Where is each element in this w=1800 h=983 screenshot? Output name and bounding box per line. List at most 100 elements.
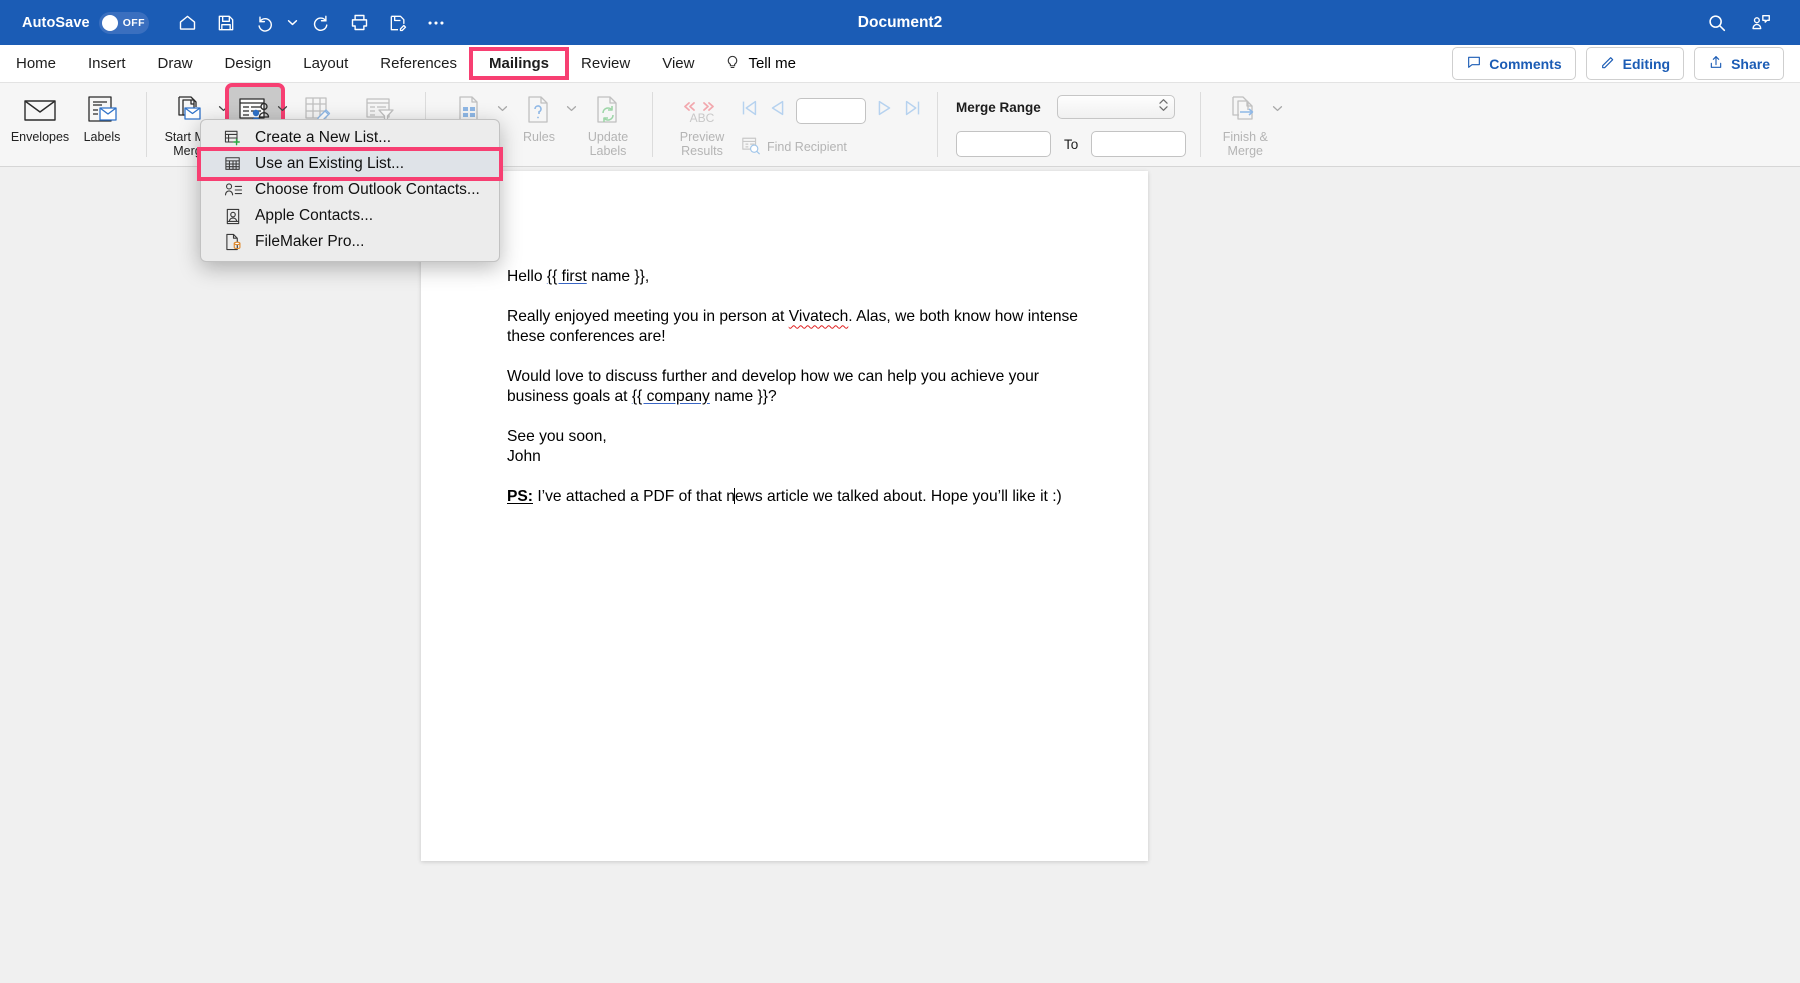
menu-item-create-a-new-list[interactable]: Create a New List... bbox=[201, 125, 499, 151]
ribbon-tabs: Home Insert Draw Design Layout Reference… bbox=[0, 47, 796, 80]
print-icon[interactable] bbox=[343, 6, 377, 40]
current-record-input[interactable] bbox=[796, 97, 866, 124]
merge-range-select[interactable] bbox=[1056, 95, 1175, 119]
ribbon-right-actions: Comments Editing Share bbox=[1452, 47, 1784, 80]
title-bar: AutoSave OFF Document2 bbox=[0, 0, 1800, 45]
outlook-contacts-icon bbox=[223, 182, 243, 198]
finish-merge-icon bbox=[1229, 93, 1261, 127]
merge-field-first-name: {{ first bbox=[546, 268, 587, 285]
last-record-icon[interactable] bbox=[902, 97, 924, 124]
tab-view[interactable]: View bbox=[646, 51, 710, 76]
ribbon-group-create: Envelopes Labels bbox=[0, 83, 142, 166]
insert-merge-field-caret-icon[interactable] bbox=[497, 87, 508, 112]
previous-record-icon[interactable] bbox=[767, 97, 789, 124]
ribbon-group-finish: Finish & Merge bbox=[1205, 83, 1292, 166]
home-icon[interactable] bbox=[171, 6, 205, 40]
merge-range-to-input[interactable] bbox=[1091, 131, 1187, 157]
autosave-toggle[interactable]: OFF bbox=[98, 11, 149, 34]
comment-icon bbox=[1466, 54, 1482, 73]
menu-item-label: Use an Existing List... bbox=[255, 155, 405, 172]
menu-item-use-an-existing-list[interactable]: Use an Existing List... bbox=[197, 147, 503, 181]
paragraph-signoff: See you soon, John bbox=[507, 427, 1088, 466]
autosave-state-label: OFF bbox=[122, 16, 145, 29]
collaborate-icon[interactable] bbox=[1744, 6, 1778, 40]
ribbon-tab-bar: Home Insert Draw Design Layout Reference… bbox=[0, 45, 1800, 83]
intro-text-a: Really enjoyed meeting you in person at bbox=[507, 308, 789, 326]
tab-mailings[interactable]: Mailings bbox=[469, 47, 570, 80]
preview-results-button[interactable]: ABC Preview Results bbox=[666, 87, 738, 158]
menu-item-apple-contacts[interactable]: Apple Contacts... bbox=[201, 203, 499, 229]
tab-draw[interactable]: Draw bbox=[142, 51, 209, 76]
existing-list-icon bbox=[223, 156, 243, 172]
save-icon[interactable] bbox=[209, 6, 243, 40]
document-body[interactable]: Hello {{ first name }}, Really enjoyed m… bbox=[421, 171, 1148, 507]
labels-button[interactable]: Labels bbox=[71, 87, 133, 144]
menu-item-filemaker-pro[interactable]: FileMaker Pro... bbox=[201, 229, 499, 255]
svg-text:ABC: ABC bbox=[690, 111, 715, 125]
merge-range-to-label: To bbox=[1064, 136, 1079, 152]
tab-references[interactable]: References bbox=[364, 51, 473, 76]
select-recipients-caret-icon[interactable] bbox=[277, 87, 288, 112]
editing-label: Editing bbox=[1622, 55, 1671, 72]
update-labels-label: Update Labels bbox=[587, 130, 629, 158]
merge-range-group: Merge Range To bbox=[942, 83, 1196, 166]
misspelled-word: Vivatech bbox=[788, 308, 849, 326]
tab-home[interactable]: Home bbox=[0, 51, 72, 76]
update-labels-button[interactable]: Update Labels bbox=[577, 87, 639, 158]
signoff-line-1: See you soon, bbox=[507, 428, 607, 446]
quick-access-toolbar bbox=[171, 6, 453, 40]
find-recipient-button[interactable]: Find Recipient bbox=[738, 124, 924, 158]
menu-item-choose-from-outlook-contacts[interactable]: Choose from Outlook Contacts... bbox=[201, 177, 499, 203]
undo-icon[interactable] bbox=[247, 6, 281, 40]
undo-dropdown-caret-icon[interactable] bbox=[285, 19, 301, 26]
ps-tag: PS: bbox=[507, 488, 533, 506]
preview-results-label: Preview Results bbox=[679, 130, 725, 158]
save-as-icon[interactable] bbox=[381, 6, 415, 40]
tab-design[interactable]: Design bbox=[209, 51, 288, 76]
editing-button[interactable]: Editing bbox=[1585, 47, 1685, 80]
stepper-icon[interactable] bbox=[1158, 97, 1169, 118]
tab-layout[interactable]: Layout bbox=[287, 51, 364, 76]
lightbulb-icon bbox=[724, 53, 741, 74]
next-record-icon[interactable] bbox=[873, 97, 895, 124]
document-workspace: Hello {{ first name }}, Really enjoyed m… bbox=[0, 167, 1800, 983]
finish-merge-caret-icon[interactable] bbox=[1272, 87, 1283, 112]
rules-caret-icon[interactable] bbox=[566, 87, 577, 112]
rules-combo[interactable]: Rules bbox=[508, 87, 577, 144]
redo-icon[interactable] bbox=[305, 6, 339, 40]
autosave-control[interactable]: AutoSave OFF bbox=[22, 11, 149, 34]
share-label: Share bbox=[1731, 55, 1770, 72]
share-button[interactable]: Share bbox=[1694, 47, 1784, 80]
search-icon[interactable] bbox=[1700, 6, 1734, 40]
start-mail-merge-caret-icon[interactable] bbox=[218, 87, 229, 112]
rules-button[interactable]: Rules bbox=[508, 87, 570, 144]
rules-label: Rules bbox=[523, 130, 555, 144]
select-recipients-dropdown-menu: Create a New List... Use an Existing Lis… bbox=[197, 119, 503, 262]
update-labels-icon bbox=[594, 93, 622, 127]
apple-contacts-icon bbox=[223, 208, 243, 225]
finish-merge-combo[interactable]: Finish & Merge bbox=[1214, 87, 1283, 158]
paragraph-greeting: Hello {{ first name }}, bbox=[507, 267, 1088, 286]
pitch-text-b: name }}? bbox=[709, 387, 777, 405]
autosave-toggle-knob bbox=[101, 14, 118, 31]
tell-me-search[interactable]: Tell me bbox=[710, 53, 796, 74]
tab-insert[interactable]: Insert bbox=[72, 51, 142, 76]
filemaker-icon bbox=[223, 233, 243, 251]
new-list-icon bbox=[223, 130, 243, 146]
more-options-icon[interactable] bbox=[419, 6, 453, 40]
greeting-prefix: Hello bbox=[507, 268, 547, 285]
finish-merge-button[interactable]: Finish & Merge bbox=[1214, 87, 1276, 158]
tab-review[interactable]: Review bbox=[565, 51, 646, 76]
ribbon-separator bbox=[652, 92, 653, 157]
ribbon-separator bbox=[146, 92, 147, 157]
envelopes-button[interactable]: Envelopes bbox=[9, 87, 71, 144]
first-record-icon[interactable] bbox=[738, 97, 760, 124]
document-page[interactable]: Hello {{ first name }}, Really enjoyed m… bbox=[421, 171, 1148, 861]
paragraph-postscript: PS: I’ve attached a PDF of that news art… bbox=[507, 487, 1088, 506]
signoff-line-2: John bbox=[507, 447, 541, 465]
paragraph-pitch: Would love to discuss further and develo… bbox=[507, 367, 1088, 406]
merge-range-from-input[interactable] bbox=[956, 131, 1051, 157]
comments-button[interactable]: Comments bbox=[1452, 47, 1576, 80]
comments-label: Comments bbox=[1489, 55, 1562, 72]
ribbon-separator bbox=[1200, 92, 1202, 157]
